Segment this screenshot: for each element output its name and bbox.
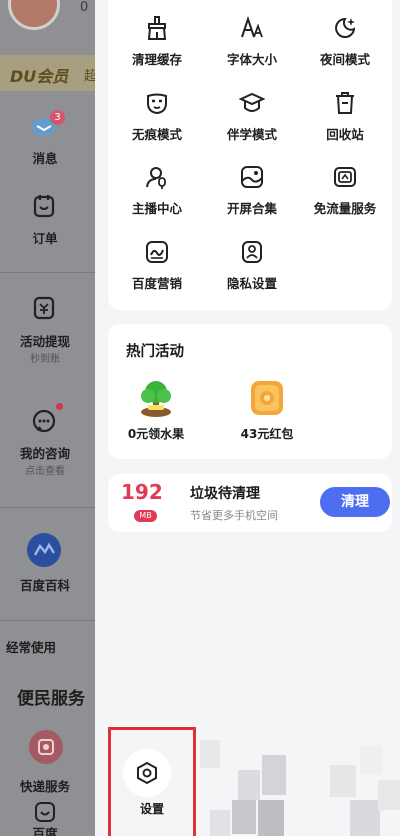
activity-red-packet[interactable]: 43元红包 (227, 378, 307, 442)
red-packet-icon (247, 378, 287, 418)
vip-label: DU会员 (10, 67, 69, 86)
sidebar: 0 DU会员 超 3 消息 订单 活动提现 秒到账 我的咨询 点击查看 百度百科… (0, 0, 95, 836)
tool-data-free[interactable]: 免流量服务 (298, 162, 392, 217)
tool-label: 百度营销 (131, 276, 182, 291)
splash-screen-icon (237, 162, 267, 192)
tool-anchor-center[interactable]: 主播中心 (110, 162, 204, 217)
consult-notification-dot (56, 403, 63, 410)
settings-panel: 清理缓存 字体大小 夜间模式 无痕模式 伴学模式 回收站 主播中心 开屏合集 免… (95, 0, 400, 836)
sidebar-item-messages[interactable]: 消息 (0, 148, 90, 167)
tool-splash-collection[interactable]: 开屏合集 (205, 162, 299, 217)
vip-suffix: 超 (84, 69, 95, 84)
hot-activities-card: 热门活动 0元领水果 43元红包 (108, 324, 392, 459)
tool-recycle-bin[interactable]: 回收站 (298, 88, 392, 143)
sidebar-item-cashout[interactable]: 活动提现 (0, 331, 90, 350)
junk-size-value: 192 (121, 480, 163, 504)
baike-icon[interactable] (27, 533, 61, 567)
cleanup-title: 垃圾待清理 (190, 486, 260, 502)
express-icon[interactable] (29, 730, 63, 764)
tool-label: 无痕模式 (131, 127, 182, 142)
consult-subtitle: 点击查看 (25, 466, 65, 477)
sidebar-divider (0, 620, 95, 621)
sidebar-item-express[interactable]: 快递服务 (0, 776, 90, 795)
activity-free-fruit[interactable]: 0元领水果 (116, 378, 196, 442)
tool-label: 免流量服务 (313, 201, 377, 216)
tool-clear-cache[interactable]: 清理缓存 (110, 13, 204, 68)
sidebar-item-orders[interactable]: 订单 (0, 228, 90, 247)
tool-baidu-marketing[interactable]: 百度营销 (110, 237, 204, 292)
tool-night-mode[interactable]: 夜间模式 (298, 13, 392, 68)
avatar-number: 0 (80, 0, 89, 15)
settings-label[interactable]: 设置 (108, 800, 196, 817)
sidebar-item-baike[interactable]: 百度百科 (0, 575, 90, 594)
mask-icon (142, 88, 172, 118)
moon-icon (330, 13, 360, 43)
vip-banner[interactable]: DU会员 超 (0, 55, 95, 91)
junk-size-unit: MB (134, 510, 157, 522)
settings-button[interactable] (123, 749, 171, 797)
tool-study-mode[interactable]: 伴学模式 (205, 88, 299, 143)
tool-label: 夜间模式 (319, 52, 370, 67)
fruit-tree-icon (136, 378, 176, 418)
tool-label: 清理缓存 (131, 52, 182, 67)
message-badge: 3 (50, 110, 65, 125)
tool-incognito[interactable]: 无痕模式 (110, 88, 204, 143)
tools-card: 清理缓存 字体大小 夜间模式 无痕模式 伴学模式 回收站 主播中心 开屏合集 免… (108, 0, 392, 310)
tool-label: 回收站 (326, 127, 364, 142)
anchor-user-icon (142, 162, 172, 192)
sidebar-item-consult[interactable]: 我的咨询 (0, 443, 90, 462)
section-services: 便民服务 (17, 689, 85, 709)
sidebar-item-baidu[interactable]: 百度 (0, 823, 90, 836)
consult-icon[interactable] (29, 406, 59, 436)
cleanup-subtitle: 节省更多手机空间 (190, 509, 278, 522)
activity-label: 0元领水果 (127, 427, 185, 441)
sidebar-divider (0, 272, 95, 273)
avatar[interactable] (8, 0, 60, 30)
cashout-icon[interactable] (29, 293, 59, 323)
settings-hex-icon (137, 761, 157, 785)
tool-label: 主播中心 (131, 201, 182, 216)
clean-button[interactable]: 清理 (320, 487, 390, 517)
tool-label: 开屏合集 (226, 201, 277, 216)
sidebar-divider (0, 507, 95, 508)
broom-icon (142, 13, 172, 43)
cashout-subtitle: 秒到账 (30, 354, 60, 365)
tool-label: 伴学模式 (226, 127, 277, 142)
order-icon[interactable] (29, 191, 59, 221)
marketing-icon (142, 237, 172, 267)
tool-label: 隐私设置 (226, 276, 277, 291)
tool-privacy-settings[interactable]: 隐私设置 (205, 237, 299, 292)
hot-activities-title: 热门活动 (126, 344, 184, 360)
data-free-icon (330, 162, 360, 192)
font-size-icon (237, 13, 267, 43)
section-often-used: 经常使用 (6, 640, 57, 655)
graduation-cap-icon (237, 88, 267, 118)
trash-icon (330, 88, 360, 118)
tool-font-size[interactable]: 字体大小 (205, 13, 299, 68)
privacy-icon (237, 237, 267, 267)
tool-label: 字体大小 (226, 52, 277, 67)
cleanup-card: 192 MB 垃圾待清理 节省更多手机空间 清理 (108, 474, 392, 532)
activity-label: 43元红包 (240, 427, 294, 441)
